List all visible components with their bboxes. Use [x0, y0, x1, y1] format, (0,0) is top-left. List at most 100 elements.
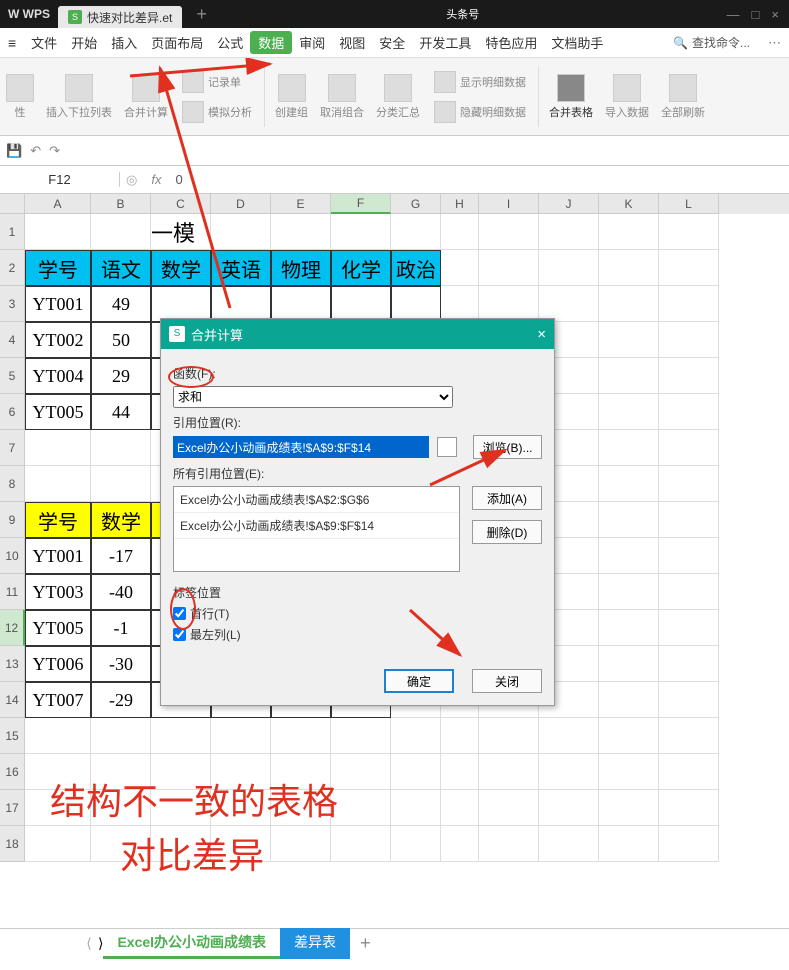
qat-save-icon[interactable]: 💾: [6, 143, 22, 159]
range-picker-icon[interactable]: [437, 437, 457, 457]
col-header[interactable]: L: [659, 194, 719, 214]
ribbon-hide-detail[interactable]: 隐藏明细数据: [430, 99, 530, 125]
left-col-checkbox[interactable]: [173, 628, 186, 641]
ribbon-ungroup[interactable]: 取消组合: [314, 70, 370, 124]
ribbon-subtotal[interactable]: 分类汇总: [370, 70, 426, 124]
ribbon-refresh-all[interactable]: 全部刷新: [655, 70, 711, 124]
row-header[interactable]: 8: [0, 466, 25, 502]
col-header[interactable]: J: [539, 194, 599, 214]
title-cell[interactable]: 一模: [151, 214, 211, 250]
row-header[interactable]: 2: [0, 250, 25, 286]
cell[interactable]: 49: [91, 286, 151, 322]
select-all-corner[interactable]: [0, 194, 25, 214]
col-header[interactable]: G: [391, 194, 441, 214]
add-sheet-button[interactable]: +: [350, 933, 381, 954]
menu-insert[interactable]: 插入: [104, 28, 144, 57]
dialog-close-icon[interactable]: ×: [537, 326, 546, 343]
menu-dochelper[interactable]: 文档助手: [544, 28, 610, 57]
ribbon-import-data[interactable]: 导入数据: [599, 70, 655, 124]
ok-button[interactable]: 确定: [384, 669, 454, 693]
new-tab-button[interactable]: +: [196, 4, 207, 25]
ribbon-create-group[interactable]: 创建组: [269, 70, 314, 124]
cell[interactable]: 50: [91, 322, 151, 358]
cell[interactable]: YT007: [25, 682, 91, 718]
function-select[interactable]: 求和: [173, 386, 453, 408]
name-box[interactable]: F12: [0, 172, 120, 187]
qat-redo-icon[interactable]: ↷: [49, 143, 60, 159]
list-item[interactable]: Excel办公小动画成绩表!$A$2:$G$6: [174, 487, 459, 513]
menu-more[interactable]: ⋯: [760, 35, 789, 51]
cell[interactable]: YT001: [25, 286, 91, 322]
browse-button[interactable]: 浏览(B)...: [473, 435, 542, 459]
minimize-icon[interactable]: —: [727, 7, 740, 22]
close-button[interactable]: 关闭: [472, 669, 542, 693]
cell[interactable]: -17: [91, 538, 151, 574]
references-listbox[interactable]: Excel办公小动画成绩表!$A$2:$G$6 Excel办公小动画成绩表!$A…: [173, 486, 460, 572]
row-header[interactable]: 3: [0, 286, 25, 322]
hamburger-icon[interactable]: ≡: [0, 35, 24, 51]
col-header[interactable]: C: [151, 194, 211, 214]
cell[interactable]: 语文: [91, 250, 151, 286]
cell[interactable]: 数学: [151, 250, 211, 286]
ribbon-merge-tables[interactable]: 合并表格: [543, 70, 599, 124]
ribbon-record-form[interactable]: 记录单: [178, 69, 256, 95]
cell[interactable]: YT006: [25, 646, 91, 682]
menu-view[interactable]: 视图: [332, 28, 372, 57]
row-header[interactable]: 1: [0, 214, 25, 250]
cell[interactable]: -29: [91, 682, 151, 718]
col-header[interactable]: E: [271, 194, 331, 214]
row-header[interactable]: 6: [0, 394, 25, 430]
menu-data[interactable]: 数据: [250, 31, 292, 54]
col-header[interactable]: K: [599, 194, 659, 214]
ribbon-whatif[interactable]: 模拟分析: [178, 99, 256, 125]
cell[interactable]: YT001: [25, 538, 91, 574]
col-header[interactable]: B: [91, 194, 151, 214]
cell[interactable]: YT004: [25, 358, 91, 394]
cell[interactable]: YT003: [25, 574, 91, 610]
menu-start[interactable]: 开始: [64, 28, 104, 57]
menu-security[interactable]: 安全: [372, 28, 412, 57]
row-header[interactable]: 10: [0, 538, 25, 574]
cell[interactable]: 学号: [25, 502, 91, 538]
row-header[interactable]: 11: [0, 574, 25, 610]
list-item[interactable]: Excel办公小动画成绩表!$A$9:$F$14: [174, 513, 459, 539]
qat-undo-icon[interactable]: ↶: [30, 143, 41, 159]
row-header[interactable]: 5: [0, 358, 25, 394]
cell[interactable]: -1: [91, 610, 151, 646]
ribbon-consolidate[interactable]: 合并计算: [118, 70, 174, 124]
maximize-icon[interactable]: □: [752, 7, 760, 22]
cell[interactable]: 化学: [331, 250, 391, 286]
cell[interactable]: -40: [91, 574, 151, 610]
col-header[interactable]: H: [441, 194, 479, 214]
row-header[interactable]: 7: [0, 430, 25, 466]
command-search[interactable]: 🔍 查找命令...: [673, 34, 760, 51]
close-window-icon[interactable]: ×: [771, 7, 779, 22]
reference-input[interactable]: Excel办公小动画成绩表!$A$9:$F$14: [173, 436, 429, 458]
menu-formula[interactable]: 公式: [210, 28, 250, 57]
col-header[interactable]: A: [25, 194, 91, 214]
tab-nav-prev-icon[interactable]: ⟨: [80, 935, 98, 952]
add-button[interactable]: 添加(A): [472, 486, 542, 510]
fx-button[interactable]: fx: [143, 172, 169, 187]
menu-file[interactable]: 文件: [24, 28, 64, 57]
cell[interactable]: YT005: [25, 610, 91, 646]
col-header[interactable]: I: [479, 194, 539, 214]
row-header[interactable]: 4: [0, 322, 25, 358]
cell[interactable]: 学号: [25, 250, 91, 286]
col-header[interactable]: F: [331, 194, 391, 214]
top-row-checkbox[interactable]: [173, 607, 186, 620]
row-header[interactable]: 12: [0, 610, 25, 646]
row-header[interactable]: 16: [0, 754, 25, 790]
delete-button[interactable]: 删除(D): [472, 520, 542, 544]
cell[interactable]: 44: [91, 394, 151, 430]
formula-input[interactable]: 0: [169, 172, 789, 187]
cell[interactable]: -30: [91, 646, 151, 682]
cell[interactable]: YT002: [25, 322, 91, 358]
row-header[interactable]: 9: [0, 502, 25, 538]
row-header[interactable]: 14: [0, 682, 25, 718]
document-tab[interactable]: S 快速对比差异.et: [58, 6, 182, 28]
sheet-tab-active[interactable]: Excel办公小动画成绩表: [103, 928, 280, 959]
ribbon-show-detail[interactable]: 显示明细数据: [430, 69, 530, 95]
menu-devtools[interactable]: 开发工具: [412, 28, 478, 57]
row-header[interactable]: 13: [0, 646, 25, 682]
